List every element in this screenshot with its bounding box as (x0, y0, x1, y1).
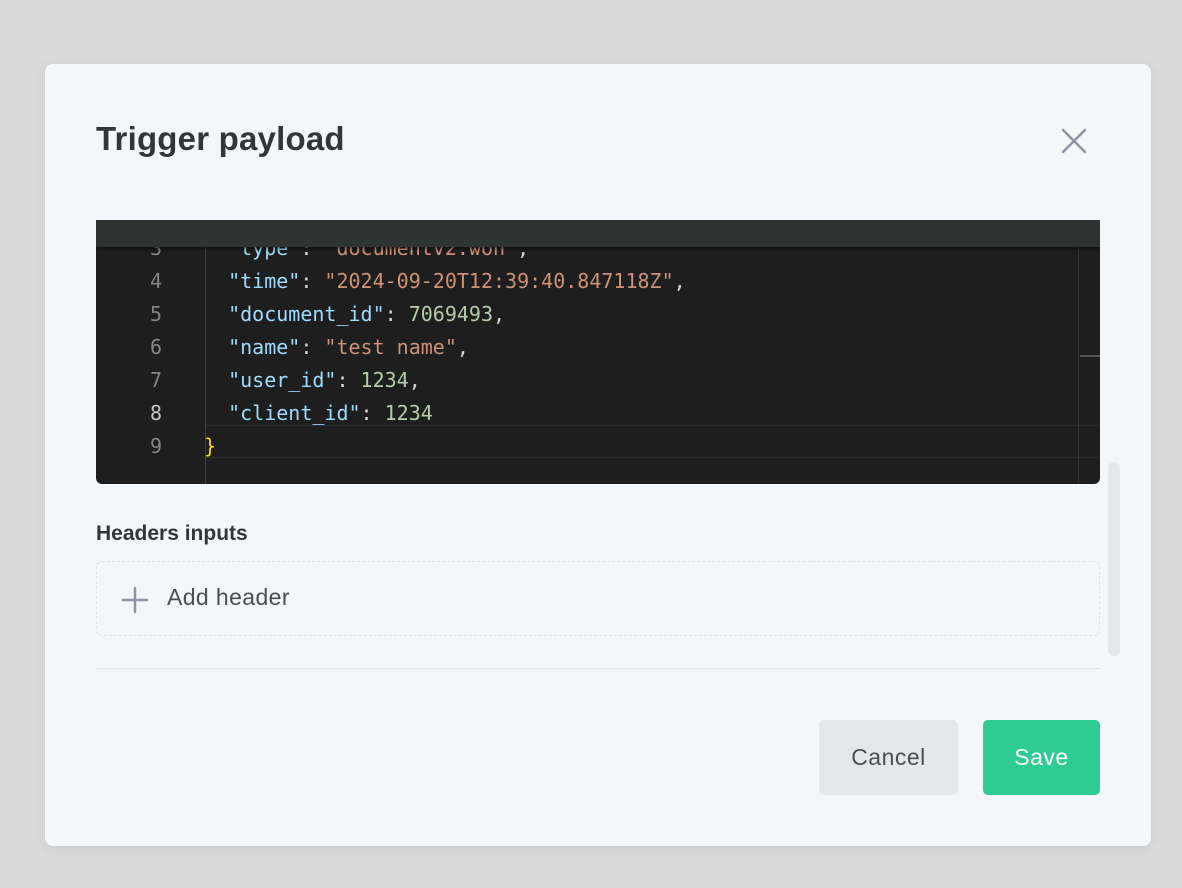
code-token: "client_id" (204, 401, 361, 425)
line-number: 4 (149, 269, 162, 293)
code-token: "name" (204, 335, 301, 359)
code-token: : (300, 335, 325, 359)
code-line: 7 "user_id": 1234, (96, 364, 1100, 397)
code-text: "document_id": 7069493, (204, 298, 505, 331)
indent-guide (205, 220, 206, 484)
code-line: 5 "document_id": 7069493, (96, 298, 1100, 331)
code-token: "document_id" (204, 302, 385, 326)
code-token: 1234 (384, 401, 433, 425)
code-token: 7069493 (408, 302, 494, 326)
line-number: 8 (149, 401, 162, 425)
line-number: 6 (149, 335, 162, 359)
close-icon (1061, 128, 1087, 154)
code-token: , (408, 368, 421, 392)
code-token: : (384, 302, 409, 326)
code-line: 4 "time": "2024-09-20T12:39:40.847118Z", (96, 265, 1100, 298)
code-line: 9} (96, 430, 1100, 463)
code-text: "client_id": 1234 (204, 397, 433, 430)
code-token: 1234 (360, 368, 409, 392)
plus-icon (121, 586, 149, 614)
code-token: , (673, 269, 686, 293)
cancel-button[interactable]: Cancel (819, 720, 958, 795)
headers-inputs-label: Headers inputs (96, 522, 248, 545)
save-button[interactable]: Save (983, 720, 1100, 795)
code-text: "time": "2024-09-20T12:39:40.847118Z", (204, 265, 686, 298)
code-text: "user_id": 1234, (204, 364, 421, 397)
code-token: "time" (204, 269, 301, 293)
modal-title: Trigger payload (96, 120, 345, 157)
code-token: : (336, 368, 361, 392)
payload-code-editor[interactable]: 2 "id": "fb13be19-4277-4a40-ae77-85de789… (96, 220, 1100, 484)
code-token: : (300, 269, 325, 293)
code-token: "2024-09-20T12:39:40.847118Z" (324, 269, 674, 293)
add-header-label: Add header (167, 584, 290, 610)
line-number: 7 (149, 368, 162, 392)
add-header-button[interactable]: Add header (96, 561, 1100, 636)
minimap-slider[interactable] (1080, 355, 1100, 357)
line-number: 5 (149, 302, 162, 326)
code-line: 6 "name": "test name", (96, 331, 1100, 364)
trigger-payload-modal: Trigger payload 2 "id": "fb13be19-4277-4… (45, 64, 1151, 846)
footer-divider (96, 668, 1100, 669)
code-token: , (456, 335, 469, 359)
minimap-divider (1078, 220, 1079, 484)
editor-top-shadow (96, 220, 1100, 247)
close-button[interactable] (1055, 122, 1093, 160)
code-token: : (360, 401, 385, 425)
code-token: , (493, 302, 506, 326)
code-token: "test name" (324, 335, 457, 359)
code-text: "name": "test name", (204, 331, 469, 364)
code-token: "user_id" (204, 368, 337, 392)
line-number: 9 (149, 434, 162, 458)
code-line: 8 "client_id": 1234 (96, 397, 1100, 430)
modal-scrollbar[interactable] (1108, 462, 1120, 656)
